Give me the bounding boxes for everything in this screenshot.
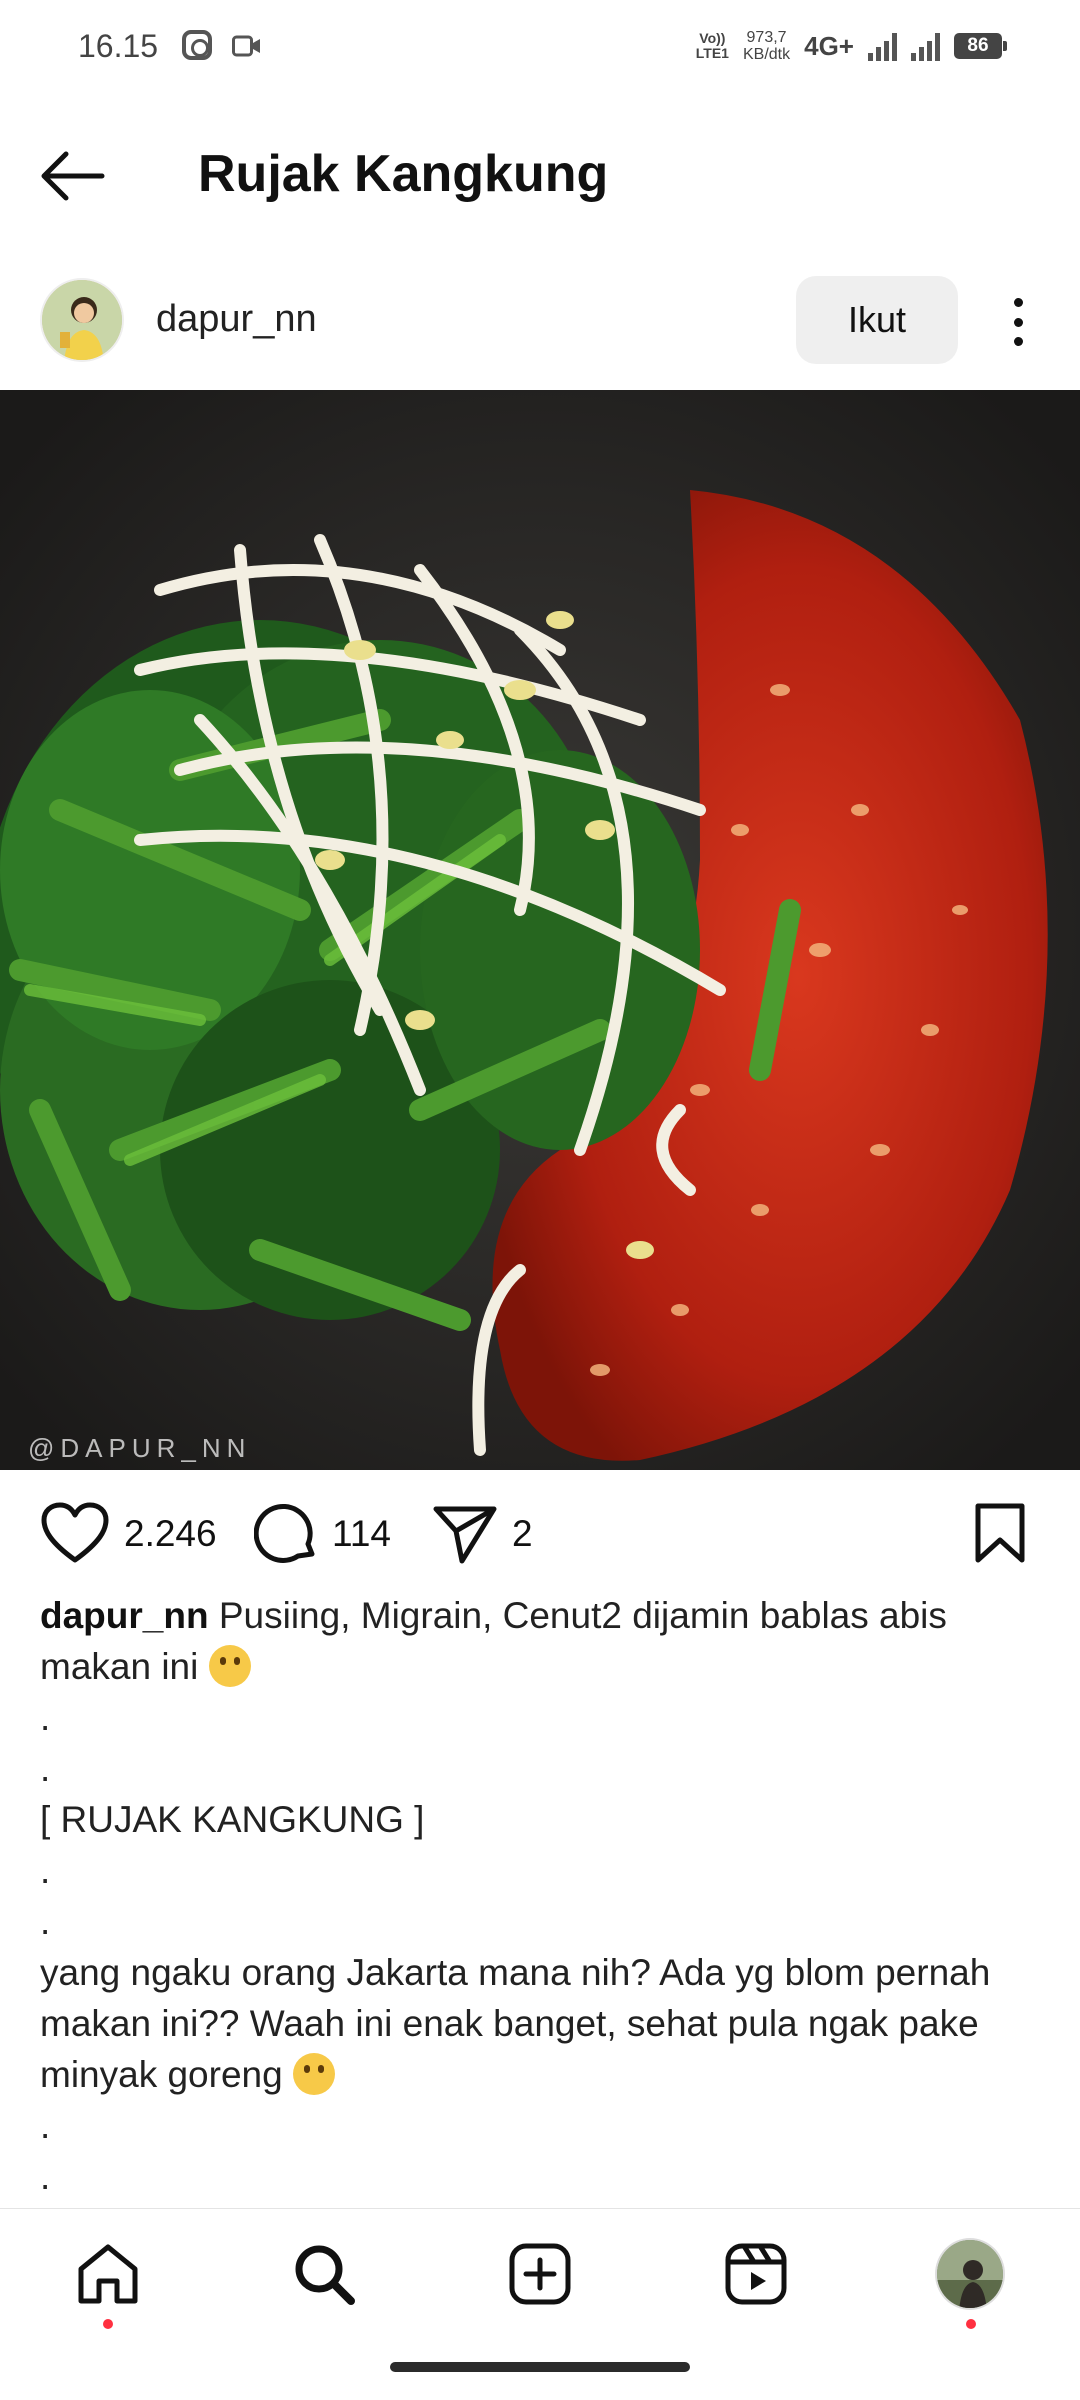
grin-emoji-icon <box>208 1645 251 1687</box>
speed-value: 973,7 <box>746 29 787 46</box>
more-vertical-icon <box>1013 298 1023 307</box>
avatar-image <box>42 280 122 360</box>
photo-watermark: @DAPUR_NN <box>28 1433 252 1463</box>
signal-1-icon <box>868 31 897 61</box>
comment-icon <box>254 1504 315 1563</box>
network-type: 4G+ <box>804 30 854 61</box>
share-count: 2 <box>512 1513 533 1554</box>
caption-dot: . <box>40 1697 51 1738</box>
profile-notification-dot <box>966 2319 976 2329</box>
food-photo-illustration <box>0 390 1080 1470</box>
bookmark-icon <box>975 1503 1025 1563</box>
back-button[interactable] <box>36 146 116 206</box>
status-bar: 16.15 Vo)) LTE1 973,7 KB/dtk 4G+ 86 <box>0 0 1080 96</box>
signal-2-icon <box>911 31 940 61</box>
caption-dot: . <box>40 1748 51 1789</box>
network-speed: 973,7 KB/dtk <box>743 29 790 63</box>
caption-dot: . <box>40 2156 51 2197</box>
post-caption: dapur_nn Pusiing, Migrain, Cenut2 dijami… <box>40 1590 1040 2202</box>
status-indicators: Vo)) LTE1 973,7 KB/dtk 4G+ 86 <box>696 26 1007 66</box>
home-notification-dot <box>103 2319 113 2329</box>
author-row: dapur_nn Ikut <box>0 268 1080 368</box>
caption-heading: [ RUJAK KANGKUNG ] <box>40 1799 425 1840</box>
profile-avatar <box>935 2238 1005 2310</box>
arrow-left-icon <box>41 151 105 201</box>
nav-profile[interactable] <box>935 2238 1005 2310</box>
speed-unit: KB/dtk <box>742 46 791 63</box>
search-icon <box>295 2245 355 2305</box>
save-button[interactable] <box>972 1502 1028 1566</box>
caption-dot: . <box>40 1901 51 1942</box>
caption-dot: . <box>40 2105 51 2146</box>
yum-emoji-icon <box>292 2053 335 2095</box>
status-time: 16.15 <box>78 28 159 64</box>
nav-reels[interactable] <box>721 2239 791 2309</box>
post-photo[interactable]: @DAPUR_NN <box>0 390 1080 1470</box>
home-icon <box>78 2244 138 2304</box>
add-icon <box>509 2243 571 2305</box>
volte-indicator: Vo)) LTE1 <box>696 31 729 61</box>
bottom-navigation <box>0 2208 1080 2338</box>
caption-dot: . <box>40 1850 51 1891</box>
video-notification-icon <box>232 35 260 57</box>
caption-body: yang ngaku orang Jakarta mana nih? Ada y… <box>40 1952 991 2095</box>
page-title: Rujak Kangkung <box>198 145 609 203</box>
heart-icon <box>41 1502 109 1563</box>
send-icon <box>433 1506 497 1564</box>
comment-button[interactable]: 114 <box>254 1502 391 1566</box>
caption-first-line: dapur_nn Pusiing, Migrain, Cenut2 dijami… <box>40 1590 1040 1692</box>
volte-line2: LTE1 <box>695 45 729 61</box>
follow-button[interactable]: Ikut <box>796 276 958 364</box>
nav-create[interactable] <box>505 2239 575 2309</box>
nav-search[interactable] <box>289 2239 359 2309</box>
profile-avatar-image <box>937 2240 1003 2308</box>
more-options-button[interactable] <box>1000 292 1036 352</box>
caption-body-line: yang ngaku orang Jakarta mana nih? Ada y… <box>40 1947 1040 2100</box>
post-header: Rujak Kangkung <box>0 120 1080 230</box>
volte-line1: Vo)) <box>699 30 726 46</box>
like-count: 2.246 <box>124 1513 217 1554</box>
nav-home[interactable] <box>73 2239 143 2309</box>
caption-username[interactable]: dapur_nn <box>40 1595 209 1636</box>
reels-icon <box>725 2243 787 2305</box>
author-avatar[interactable] <box>40 278 124 362</box>
comment-count: 114 <box>332 1513 391 1554</box>
battery-level: 86 <box>967 35 989 56</box>
battery-icon: 86 <box>954 33 1007 59</box>
author-username[interactable]: dapur_nn <box>156 298 317 341</box>
instagram-notification-icon <box>182 30 212 60</box>
like-button[interactable]: 2.246 <box>40 1502 217 1566</box>
post-actions: 2.246 114 2 <box>0 1490 1080 1580</box>
gesture-home-indicator[interactable] <box>390 2362 690 2372</box>
share-button[interactable]: 2 <box>432 1502 533 1566</box>
